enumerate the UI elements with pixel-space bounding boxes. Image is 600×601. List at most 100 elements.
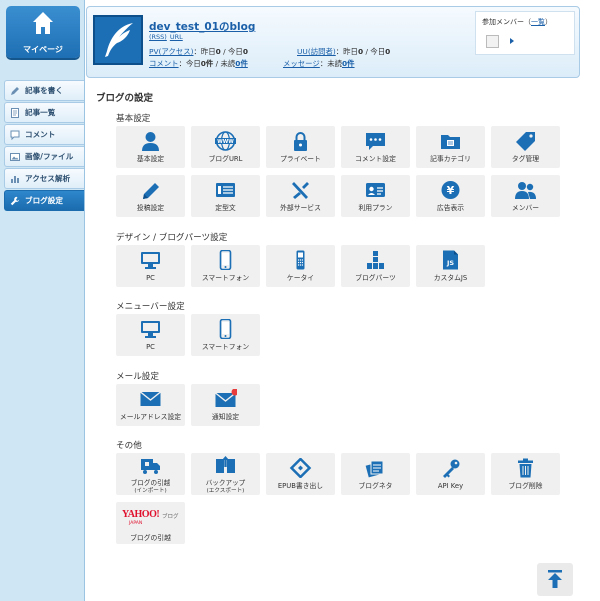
chevron-right-icon[interactable]	[510, 38, 514, 44]
tile-external-services[interactable]: 外部サービス	[266, 175, 335, 217]
blog-name-link[interactable]: dev_test_01のblog	[149, 19, 255, 34]
tile-comment-settings[interactable]: コメント設定	[341, 126, 410, 168]
stacked-pages-icon	[365, 460, 384, 478]
tile-menubar-smartphone[interactable]: スマートフォン	[191, 314, 260, 356]
js-file-icon: JS	[443, 250, 458, 270]
tile-private[interactable]: プライベート	[266, 126, 335, 168]
sidebar-item-images[interactable]: 画像/ファイル	[4, 146, 84, 167]
comment-unread-link[interactable]: 0件	[235, 59, 248, 68]
envelope-notification-icon	[215, 389, 237, 407]
image-icon	[10, 152, 20, 161]
tile-epub-export[interactable]: EPUB書き出し	[266, 453, 335, 495]
pv-link[interactable]: PV(アクセス)	[149, 47, 193, 56]
envelope-icon	[140, 391, 161, 406]
tile-notification-settings[interactable]: 通知設定	[191, 384, 260, 426]
backup-book-icon	[216, 456, 235, 473]
monitor-icon	[141, 252, 160, 269]
sidebar-item-label: コメント	[25, 130, 56, 139]
message-link[interactable]: メッセージ	[283, 59, 320, 68]
sidebar-item-comments[interactable]: コメント	[4, 124, 84, 145]
tile-mail-address[interactable]: メールアドレス設定	[116, 384, 185, 426]
blocks-icon	[367, 251, 384, 269]
basic-settings-row1: 基本設定 WWW ブログURL プライベート コメント設定 記事カテゴリ タグ管…	[116, 126, 560, 168]
globe-www-icon: WWW	[215, 131, 236, 151]
mypage-button[interactable]: マイページ	[6, 6, 80, 58]
tile-blog-import[interactable]: ブログの引越 (インポート)	[116, 453, 185, 495]
feather-icon	[105, 23, 133, 57]
tile-plan[interactable]: 利用プラン	[341, 175, 410, 217]
sidebar-nav: 記事を書く 記事一覧 コメント 画像/ファイル アクセス解析 ブログ設定	[4, 80, 84, 212]
tile-design-mobile[interactable]: ケータイ	[266, 245, 335, 287]
basic-settings-row2: 投稿設定 定型文 外部サービス 利用プラン ¥ 広告表示 メンバー	[116, 175, 560, 217]
users-icon	[515, 182, 536, 199]
members-list-link[interactable]: 一覧	[531, 18, 545, 26]
section-title-basic: 基本設定	[116, 114, 151, 124]
sidebar-item-analytics[interactable]: アクセス解析	[4, 168, 84, 189]
uu-link[interactable]: UU(訪問者)	[297, 47, 336, 56]
section-title-other: その他	[116, 441, 142, 451]
pv-stat: PV(アクセス)：昨日0 / 今日0	[149, 47, 248, 56]
folder-icon	[441, 135, 460, 149]
arrow-up-icon	[548, 570, 562, 588]
tile-blog-delete[interactable]: ブログ削除	[491, 453, 560, 495]
tile-api-key[interactable]: API Key	[416, 453, 485, 495]
wrench-icon	[10, 196, 20, 205]
smartphone-icon	[219, 250, 232, 270]
tile-members[interactable]: メンバー	[491, 175, 560, 217]
mail-settings-row: メールアドレス設定 通知設定	[116, 384, 260, 426]
rss-link[interactable]: (RSS)	[149, 33, 167, 41]
tile-design-custom-js[interactable]: JS カスタムJS	[416, 245, 485, 287]
url-link[interactable]: URL	[170, 33, 183, 41]
trash-icon	[518, 458, 533, 478]
tile-ad-display[interactable]: ¥ 広告表示	[416, 175, 485, 217]
members-panel: 参加メンバー（一覧）	[475, 11, 575, 55]
comment-icon	[10, 130, 20, 140]
tile-article-category[interactable]: 記事カテゴリ	[416, 126, 485, 168]
tile-yahoo-blog-import[interactable]: YAHOO! ブログ JAPAN ブログの引越	[116, 502, 185, 544]
id-card-icon	[366, 183, 385, 197]
home-icon	[33, 12, 53, 34]
tile-design-blog-parts[interactable]: ブログパーツ	[341, 245, 410, 287]
sidebar-item-label: ブログ設定	[25, 196, 63, 205]
sidebar-item-label: 記事一覧	[25, 108, 56, 117]
lock-icon	[294, 132, 307, 151]
menubar-settings-row: PC スマートフォン	[116, 314, 260, 356]
person-icon	[142, 132, 159, 151]
feature-phone-icon	[296, 250, 305, 270]
message-unread-link[interactable]: 0件	[342, 59, 355, 68]
scroll-to-top-button[interactable]	[537, 563, 573, 596]
key-icon	[443, 459, 460, 478]
tile-menubar-pc[interactable]: PC	[116, 314, 185, 356]
tile-post-settings[interactable]: 投稿設定	[116, 175, 185, 217]
section-title-menubar: メニューバー設定	[116, 302, 185, 312]
tile-blog-neta[interactable]: ブログネタ	[341, 453, 410, 495]
tile-design-smartphone[interactable]: スマートフォン	[191, 245, 260, 287]
blog-logo	[93, 15, 143, 65]
bar-chart-icon	[11, 175, 19, 183]
comment-link[interactable]: コメント	[149, 59, 179, 68]
tile-template-text[interactable]: 定型文	[191, 175, 260, 217]
comment-stat: コメント：今日0件 / 未読0件	[149, 59, 248, 68]
yen-coin-icon: ¥	[441, 181, 460, 199]
mypage-label: マイページ	[23, 45, 63, 54]
tile-backup-export[interactable]: バックアップ (エクスポート)	[191, 453, 260, 495]
member-avatar[interactable]	[486, 35, 499, 48]
sidebar-item-write[interactable]: 記事を書く	[4, 80, 84, 101]
tag-icon	[516, 132, 535, 151]
section-title-mail: メール設定	[116, 372, 159, 382]
sidebar-item-label: 記事を書く	[25, 86, 63, 95]
tile-design-pc[interactable]: PC	[116, 245, 185, 287]
chat-bubble-icon	[366, 133, 385, 150]
smartphone-icon	[219, 319, 232, 339]
moving-truck-icon	[141, 459, 160, 474]
sidebar-item-blog-settings[interactable]: ブログ設定	[4, 190, 84, 211]
message-stat: メッセージ：未読0件	[283, 59, 355, 68]
members-title: 参加メンバー（一覧）	[482, 18, 552, 26]
section-title-design: デザイン / ブログパーツ設定	[116, 233, 228, 243]
tile-basic-settings[interactable]: 基本設定	[116, 126, 185, 168]
epub-icon	[289, 458, 312, 478]
tile-blog-url[interactable]: WWW ブログURL	[191, 126, 260, 168]
tile-tag-management[interactable]: タグ管理	[491, 126, 560, 168]
sidebar-item-articles[interactable]: 記事一覧	[4, 102, 84, 123]
svg-text:WWW: WWW	[217, 139, 234, 145]
